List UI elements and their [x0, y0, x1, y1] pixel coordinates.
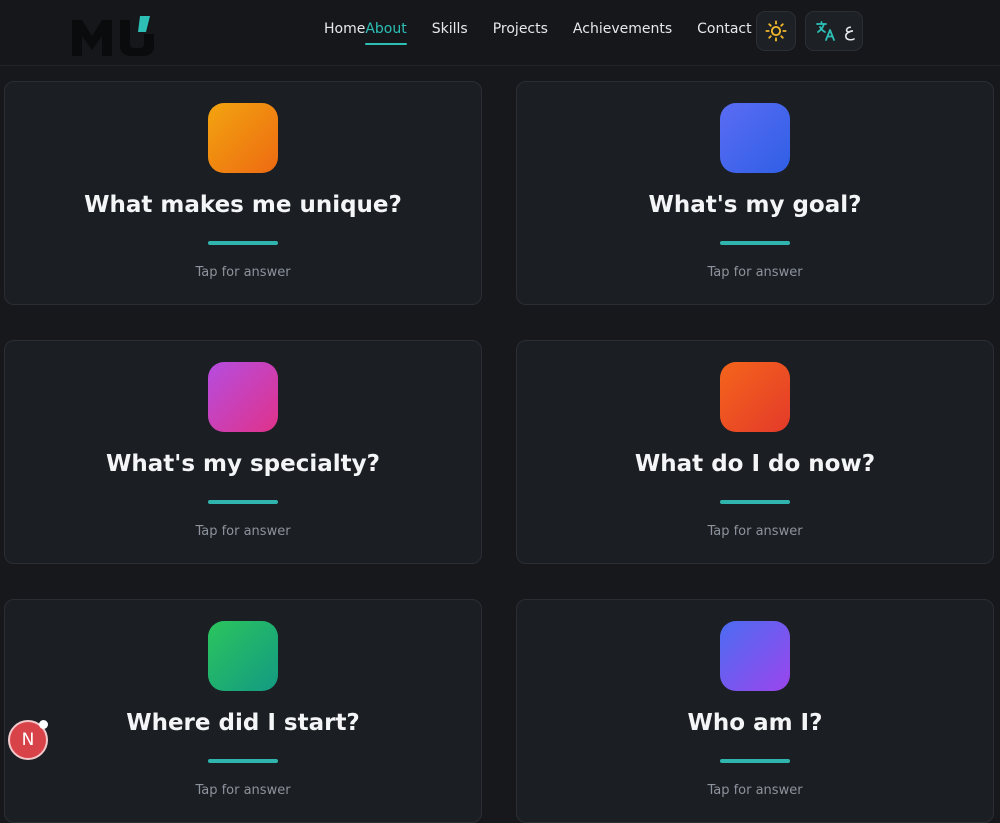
card-question: Who am I?: [687, 710, 823, 736]
card-divider: [720, 241, 790, 245]
card-start[interactable]: Where did I start? Tap for answer: [4, 599, 482, 823]
card-hint: Tap for answer: [707, 265, 803, 280]
card-hint: Tap for answer: [707, 783, 803, 798]
card-icon: [208, 621, 278, 691]
card-hint: Tap for answer: [195, 783, 291, 798]
navbar: Home About Skills Projects Achievements …: [0, 0, 1000, 66]
card-icon: [720, 103, 790, 173]
card-question: What's my specialty?: [106, 451, 380, 477]
badge-letter: N: [21, 730, 35, 750]
card-question: Where did I start?: [126, 710, 360, 736]
nav-home[interactable]: Home: [324, 21, 365, 45]
card-hint: Tap for answer: [195, 265, 291, 280]
card-divider: [208, 241, 278, 245]
language-toggle-button[interactable]: ع: [805, 11, 863, 51]
card-now[interactable]: What do I do now? Tap for answer: [516, 340, 994, 564]
nav-links: Home About Skills Projects Achievements …: [324, 21, 752, 47]
card-divider: [208, 500, 278, 504]
card-divider: [208, 759, 278, 763]
logo[interactable]: [70, 14, 156, 58]
translate-icon: [816, 21, 835, 41]
card-who[interactable]: Who am I? Tap for answer: [516, 599, 994, 823]
card-goal[interactable]: What's my goal? Tap for answer: [516, 81, 994, 305]
badge-status-dot: [39, 720, 48, 729]
theme-toggle-button[interactable]: [756, 11, 796, 51]
card-unique[interactable]: What makes me unique? Tap for answer: [4, 81, 482, 305]
nav-achievements[interactable]: Achievements: [573, 21, 672, 45]
nav-about[interactable]: About: [365, 21, 408, 45]
card-icon: [720, 621, 790, 691]
nav-contact[interactable]: Contact: [697, 21, 751, 45]
card-icon: [720, 362, 790, 432]
card-hint: Tap for answer: [195, 524, 291, 539]
card-question: What's my goal?: [648, 192, 862, 218]
card-specialty[interactable]: What's my specialty? Tap for answer: [4, 340, 482, 564]
card-question: What do I do now?: [634, 451, 876, 477]
nav-skills[interactable]: Skills: [432, 21, 468, 45]
card-question: What makes me unique?: [84, 192, 402, 218]
sun-icon: [765, 20, 787, 42]
card-divider: [720, 500, 790, 504]
nav-projects[interactable]: Projects: [493, 21, 548, 45]
card-hint: Tap for answer: [707, 524, 803, 539]
card-icon: [208, 362, 278, 432]
language-code: ع: [844, 20, 855, 41]
card-divider: [720, 759, 790, 763]
card-icon: [208, 103, 278, 173]
